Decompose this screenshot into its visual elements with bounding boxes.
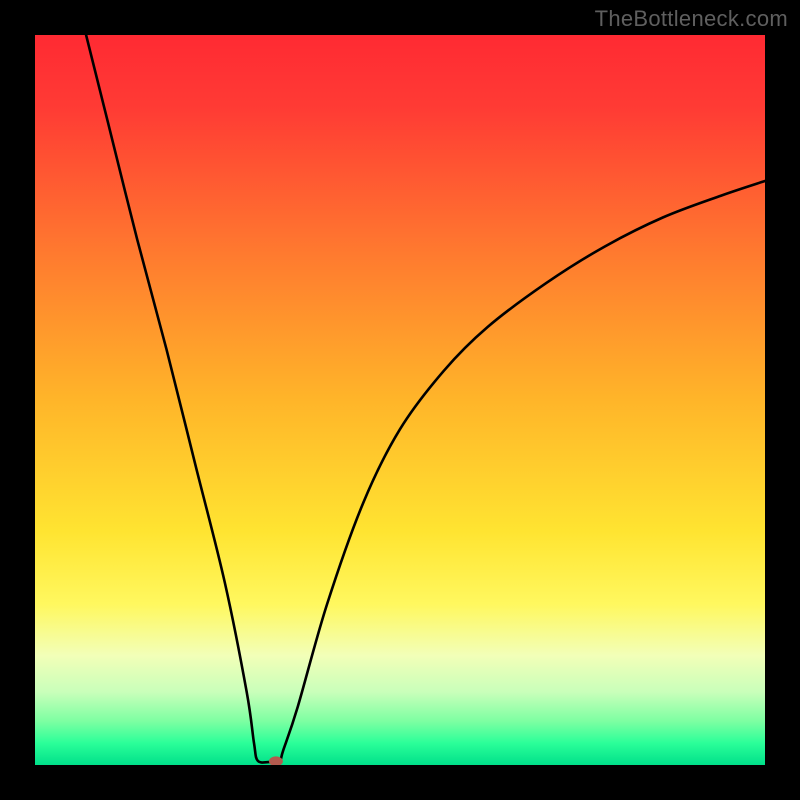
bottleneck-chart [35,35,765,765]
chart-frame: TheBottleneck.com [0,0,800,800]
gradient-background [35,35,765,765]
watermark-text: TheBottleneck.com [595,6,788,32]
plot-area [35,35,765,765]
